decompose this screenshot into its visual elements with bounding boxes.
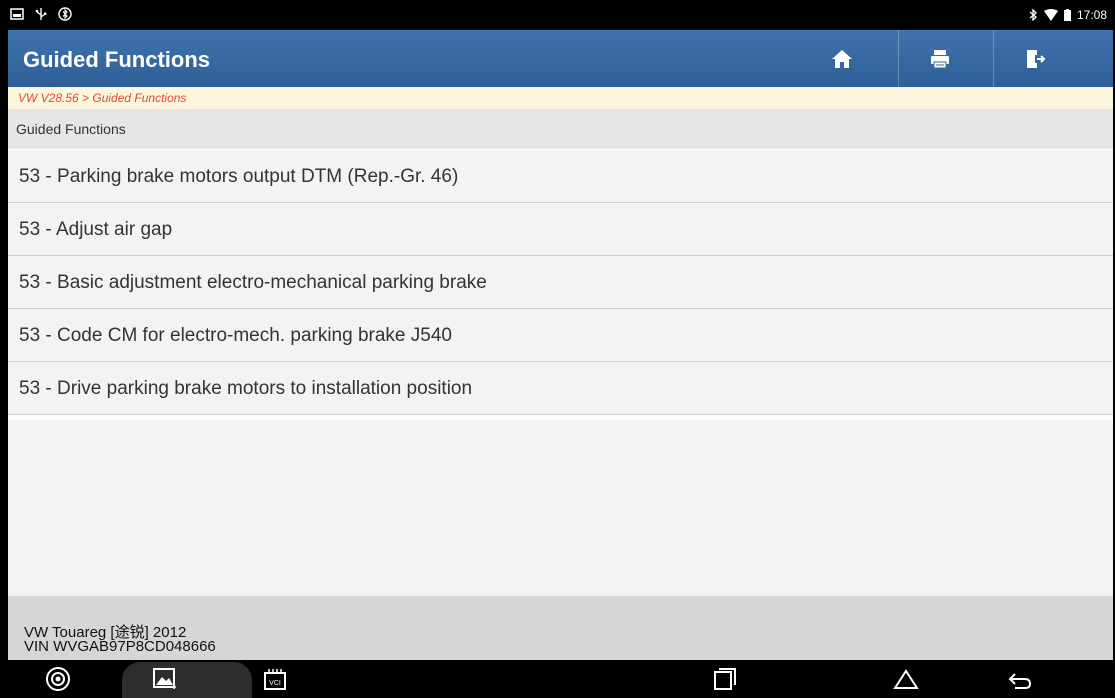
recents-icon[interactable] (712, 666, 738, 692)
gallery-icon[interactable] (152, 666, 178, 692)
home-icon (832, 49, 852, 68)
status-time: 17:08 (1076, 8, 1107, 22)
list-item[interactable]: 53 - Basic adjustment electro-mechanical… (8, 256, 1113, 309)
vehicle-info-footer: VW Touareg [途锐] 2012 VIN WVGAB97P8CD0486… (8, 596, 1113, 660)
breadcrumb: VW V28.56 > Guided Functions (8, 87, 1113, 109)
bluetooth-icon (1029, 9, 1037, 21)
screenshot-icon (10, 8, 24, 20)
browser-icon[interactable] (45, 666, 71, 692)
list-item[interactable]: 53 - Code CM for electro-mech. parking b… (8, 309, 1113, 362)
print-button[interactable] (898, 30, 981, 87)
function-list: 53 - Parking brake motors output DTM (Re… (8, 150, 1113, 415)
page-title: Guided Functions (23, 47, 210, 72)
app-window: Guided Functions VW V28.56 > Guided Func… (8, 30, 1113, 660)
status-bar: 17:08 (0, 0, 1115, 30)
usb-icon (35, 8, 47, 20)
status-bar-left (10, 7, 72, 21)
home-nav-icon[interactable] (893, 666, 919, 692)
wifi-icon (1043, 9, 1058, 21)
status-bar-right: 17:08 (1028, 8, 1107, 22)
vci-icon[interactable]: VCI (262, 666, 288, 692)
print-icon (931, 49, 949, 68)
battery-icon (1063, 9, 1071, 21)
section-title: Guided Functions (8, 109, 1113, 149)
list-item[interactable]: 53 - Drive parking brake motors to insta… (8, 362, 1113, 415)
home-button[interactable] (801, 30, 883, 87)
list-item[interactable]: 53 - Parking brake motors output DTM (Re… (8, 150, 1113, 203)
svg-text:VCI: VCI (269, 680, 281, 687)
vehicle-vin: VIN WVGAB97P8CD048666 (24, 638, 216, 655)
header-bar: Guided Functions (8, 30, 1113, 87)
exit-button[interactable] (993, 30, 1076, 87)
list-empty-area (8, 420, 1113, 596)
exit-icon (1027, 49, 1046, 68)
navigation-bar: VCI (0, 660, 1115, 698)
back-icon[interactable] (1007, 666, 1033, 692)
taskbar-highlight (122, 662, 252, 698)
list-item[interactable]: 53 - Adjust air gap (8, 203, 1113, 256)
vci-bluetooth-icon (58, 7, 72, 21)
